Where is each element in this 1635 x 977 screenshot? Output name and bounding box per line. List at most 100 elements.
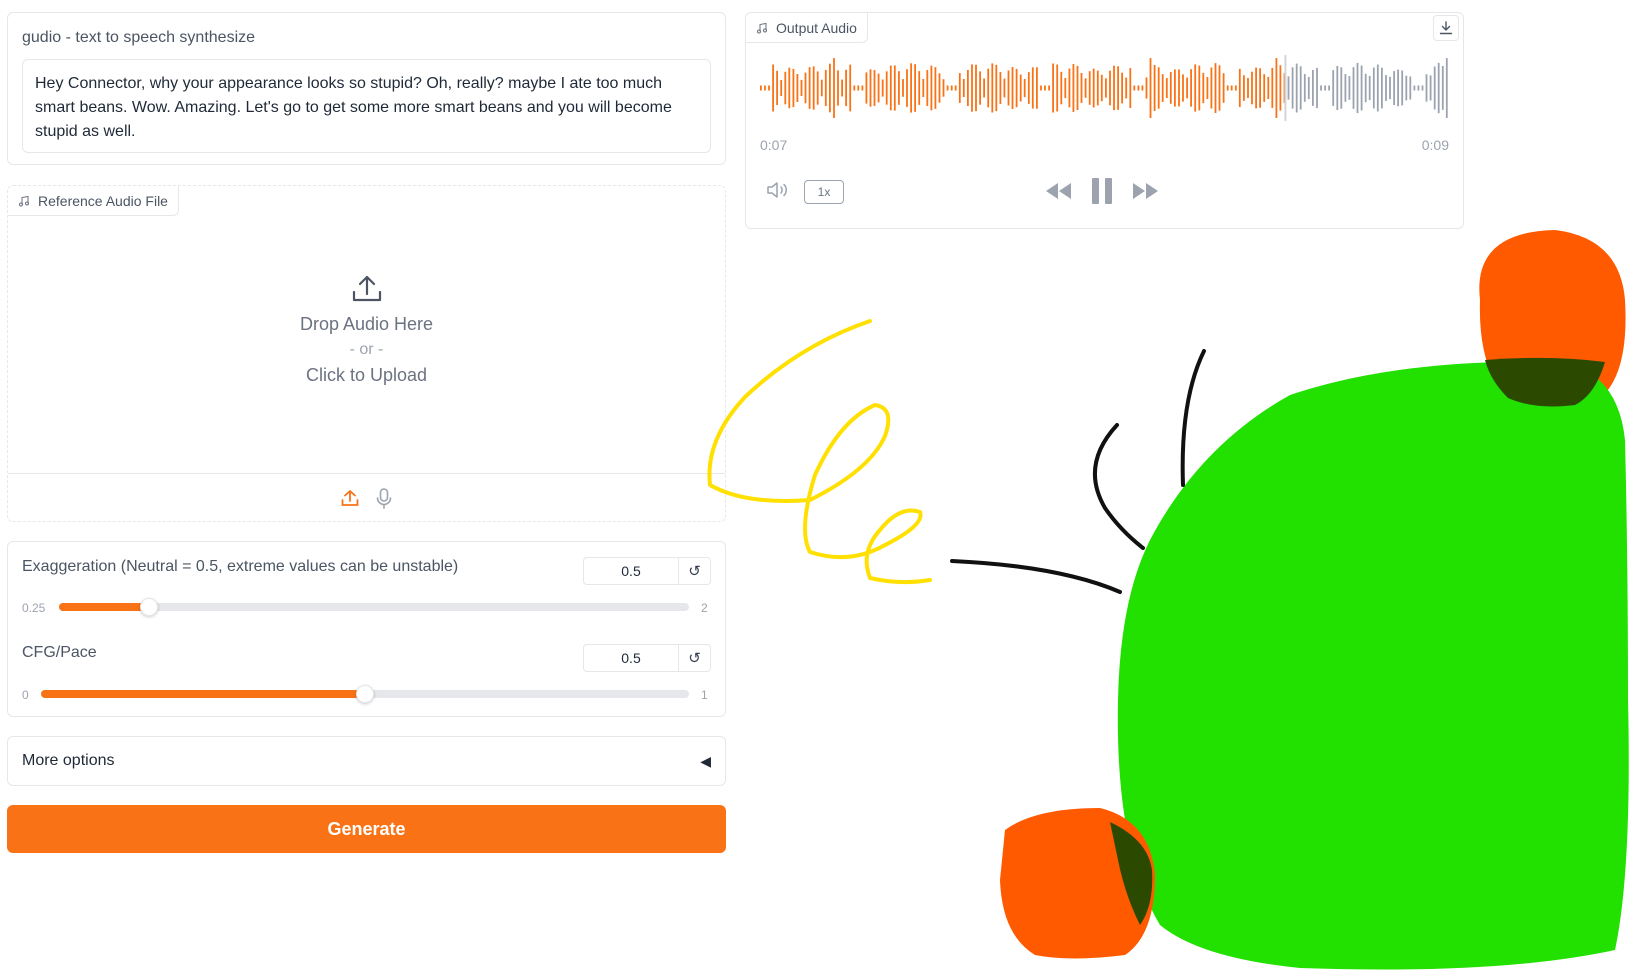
- waveform-bar: [950, 85, 953, 91]
- waveform-bar: [1206, 77, 1209, 100]
- waveform-bar: [1052, 63, 1054, 113]
- music-note-icon: [19, 195, 29, 206]
- waveform-bar: [1263, 74, 1266, 102]
- playhead[interactable]: [1284, 55, 1287, 121]
- waveform-bar: [1316, 67, 1318, 109]
- waveform-bar: [1401, 70, 1404, 106]
- waveform-bar: [784, 71, 787, 105]
- cfg-pace-slider-thumb[interactable]: [356, 685, 374, 703]
- cfg-pace-max-label: 1: [701, 688, 708, 702]
- waveform-bar: [833, 58, 835, 118]
- generate-button[interactable]: Generate: [7, 805, 726, 853]
- exaggeration-slider-thumb[interactable]: [140, 598, 159, 616]
- upload-dropzone[interactable]: Drop Audio Here - or - Click to Upload: [8, 246, 725, 386]
- waveform-bar: [881, 79, 884, 97]
- waveform-bar: [1437, 62, 1440, 114]
- exaggeration-number-input[interactable]: 0.5: [583, 557, 679, 585]
- waveform-bar: [1385, 75, 1387, 101]
- waveform-bar: [1348, 76, 1351, 100]
- waveform-bar: [1007, 70, 1010, 106]
- download-button[interactable]: [1433, 15, 1459, 41]
- waveform-bar: [979, 71, 981, 105]
- waveform-bar: [1234, 85, 1237, 91]
- waveform-bar: [1105, 78, 1107, 98]
- text-input-panel: gudio - text to speech synthesize Hey Co…: [7, 12, 726, 165]
- waveform-bar: [918, 71, 921, 105]
- waveform-bar: [1368, 75, 1371, 101]
- waveform-bar: [1243, 75, 1245, 101]
- text-input-field[interactable]: Hey Connector, why your appearance looks…: [22, 59, 711, 153]
- more-options-accordion[interactable]: More options ◀: [7, 736, 726, 786]
- waveform-bar: [1117, 66, 1119, 110]
- waveform-bar: [845, 69, 847, 107]
- current-time: 0:07: [760, 137, 788, 153]
- doodle-dark-overlap-top: [1485, 357, 1605, 407]
- waveform-bar: [1328, 85, 1330, 91]
- more-options-label: More options: [22, 752, 115, 769]
- waveform[interactable]: [760, 53, 1450, 123]
- waveform-bar: [1072, 64, 1075, 112]
- waveform-bar: [1389, 76, 1391, 100]
- waveform-bar: [1295, 63, 1298, 113]
- waveform-bar: [1287, 76, 1290, 100]
- waveform-bar: [1344, 74, 1347, 102]
- waveform-bar: [820, 79, 823, 97]
- waveform-bar: [1393, 71, 1395, 105]
- rewind-icon[interactable]: [1044, 182, 1072, 200]
- waveform-bar: [1129, 68, 1132, 108]
- exaggeration-max-label: 2: [701, 601, 708, 615]
- waveform-bar: [1015, 68, 1018, 108]
- volume-icon[interactable]: [766, 180, 792, 200]
- waveform-bar: [1433, 66, 1436, 110]
- waveform-bar: [877, 73, 880, 103]
- waveform-bar: [1332, 70, 1335, 106]
- microphone-icon[interactable]: [374, 487, 394, 509]
- waveform-bar: [861, 85, 864, 91]
- source-selector: [8, 473, 725, 521]
- waveform-bar: [1421, 85, 1424, 91]
- doodle-black-line-left: [950, 559, 1122, 594]
- waveform-bar: [1056, 64, 1059, 112]
- waveform-bar: [1027, 72, 1030, 104]
- waveform-bar: [1113, 65, 1115, 111]
- total-duration: 0:09: [1421, 137, 1449, 153]
- reference-audio-tag: Reference Audio File: [8, 186, 179, 216]
- waveform-bar: [869, 69, 872, 107]
- waveform-bar: [1165, 78, 1168, 98]
- waveform-bar: [788, 67, 791, 109]
- waveform-bar: [1320, 85, 1322, 91]
- waveform-bar: [975, 64, 977, 112]
- playback-speed-button[interactable]: 1x: [804, 180, 844, 204]
- waveform-bar: [1169, 72, 1172, 104]
- text-input-label: gudio - text to speech synthesize: [22, 29, 256, 46]
- reference-audio-panel[interactable]: Reference Audio File Drop Audio Here - o…: [7, 185, 726, 522]
- waveform-bar: [1048, 85, 1050, 91]
- waveform-bar: [1413, 85, 1416, 91]
- waveform-bar: [1279, 65, 1282, 111]
- waveform-bar: [1096, 70, 1099, 106]
- cfg-pace-label: CFG/Pace: [22, 644, 97, 661]
- waveform-bar: [1145, 77, 1148, 99]
- pause-icon[interactable]: [1090, 177, 1114, 205]
- sliders-panel: Exaggeration (Neutral = 0.5, extreme val…: [7, 541, 726, 717]
- waveform-bar: [1324, 85, 1326, 91]
- waveform-bar: [967, 70, 969, 106]
- waveform-bar: [1441, 66, 1444, 110]
- waveform-bar: [1036, 67, 1038, 109]
- waveform-bar: [1088, 71, 1091, 105]
- fast-forward-icon[interactable]: [1132, 182, 1160, 200]
- cfg-pace-number-input[interactable]: 0.5: [583, 644, 679, 672]
- waveform-bar: [1137, 85, 1140, 91]
- upload-icon[interactable]: [340, 488, 360, 508]
- exaggeration-slider[interactable]: [59, 598, 689, 616]
- waveform-bar: [1429, 75, 1432, 101]
- cfg-pace-reset-button[interactable]: ↺: [679, 644, 711, 672]
- waveform-bar: [971, 64, 973, 112]
- waveform-bar: [1182, 74, 1184, 102]
- exaggeration-reset-button[interactable]: ↺: [679, 557, 711, 585]
- waveform-bar: [824, 69, 827, 106]
- exaggeration-label: Exaggeration (Neutral = 0.5, extreme val…: [22, 558, 459, 575]
- waveform-bar: [865, 72, 868, 104]
- waveform-bar: [1299, 66, 1302, 110]
- cfg-pace-slider[interactable]: [41, 685, 689, 703]
